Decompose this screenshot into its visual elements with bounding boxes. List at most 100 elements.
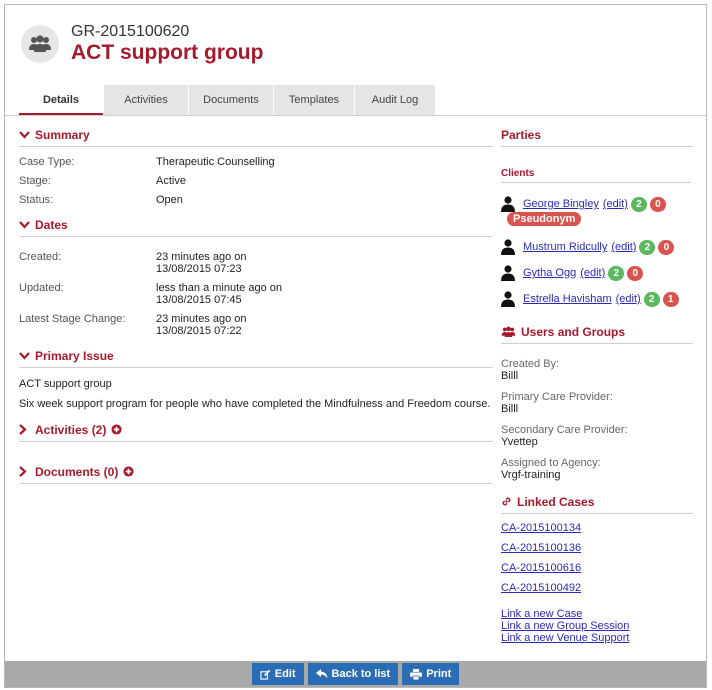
issue-title: ACT support group <box>19 378 112 390</box>
stage-label: Stage: <box>19 175 51 187</box>
tab-divider <box>5 115 706 116</box>
print-button[interactable]: Print <box>402 663 460 685</box>
stage-change-value: 23 minutes ago on 13/08/2015 07:22 <box>156 313 493 344</box>
pseudonym-badge: Pseudonym <box>507 212 582 226</box>
agency-value: Vrgf-training <box>501 469 561 481</box>
client-name-link[interactable]: Estrella Havisham <box>523 293 612 305</box>
client-name-link[interactable]: Mustrum Ridcully <box>523 241 607 253</box>
summary-heading: Summary <box>35 127 90 142</box>
chevron-right-icon <box>19 424 31 435</box>
activities-section-toggle[interactable]: Activities (2) <box>19 418 493 442</box>
chevron-down-icon <box>19 351 31 360</box>
activities-heading: Activities (2) <box>35 422 107 437</box>
created-label: Created: <box>19 251 62 263</box>
client-edit-link[interactable]: (edit) <box>580 267 605 279</box>
case-detail-window: GR-2015100620 ACT support group Details … <box>4 4 707 688</box>
pseudonym-row: Pseudonym <box>501 212 693 228</box>
agency-label: Assigned to Agency: <box>501 457 601 469</box>
created-by-label: Created By: <box>501 358 560 370</box>
dates-row: Latest Stage Change: 23 minutes ago on 1… <box>19 313 493 344</box>
primary-issue-heading: Primary Issue <box>35 348 114 363</box>
users-groups-heading: Users and Groups <box>521 324 626 339</box>
created-value: 23 minutes ago on 13/08/2015 07:23 <box>156 251 493 282</box>
dates-row: Updated: less than a minute ago on 13/08… <box>19 282 493 313</box>
link-new-venue-support-link[interactable]: Link a new Venue Support <box>501 632 629 644</box>
stage-change-relative: 23 minutes ago on <box>156 313 247 325</box>
summary-section-toggle[interactable]: Summary <box>19 123 493 147</box>
client-name-link[interactable]: George Bingley <box>523 198 599 210</box>
primary-care-label: Primary Care Provider: <box>501 391 613 403</box>
status-badge: 0 <box>649 196 666 212</box>
documents-section-toggle[interactable]: Documents (0) <box>19 460 493 484</box>
clients-heading: Clients <box>501 165 691 183</box>
linked-case-row: CA-2015100136 <box>501 542 693 554</box>
status-value: Open <box>156 194 183 206</box>
linked-cases-heading: Linked Cases <box>517 494 595 509</box>
status-badge: 2 <box>608 265 625 281</box>
updated-relative: less than a minute ago on <box>156 282 282 294</box>
linked-case-row: CA-2015100492 <box>501 582 693 594</box>
tab-activities[interactable]: Activities <box>104 85 188 116</box>
stage-change-date: 13/08/2015 07:22 <box>156 325 242 337</box>
action-bar: Edit Back to list Print <box>5 661 706 687</box>
list-item: Estrella Havisham (edit) 2 1 <box>501 290 693 308</box>
linked-case-row: CA-2015100616 <box>501 562 693 574</box>
link-new-group-session-link[interactable]: Link a new Group Session <box>501 620 629 632</box>
client-edit-link[interactable]: (edit) <box>603 198 628 210</box>
link-new-case-link[interactable]: Link a new Case <box>501 608 582 620</box>
person-icon <box>501 265 515 281</box>
users-icon <box>501 326 516 338</box>
tab-bar: Details Activities Documents Templates A… <box>19 85 436 116</box>
add-activity-icon[interactable] <box>111 424 122 435</box>
back-button-label: Back to list <box>331 668 391 680</box>
case-reference: GR-2015100620 <box>71 23 190 40</box>
updated-date: 13/08/2015 07:45 <box>156 294 242 306</box>
secondary-care-value: Yvettep <box>501 436 538 448</box>
linked-cases-header: Linked Cases <box>501 490 693 514</box>
person-icon <box>501 196 515 212</box>
edit-icon <box>260 669 270 680</box>
add-document-icon[interactable] <box>123 466 134 477</box>
chevron-down-icon <box>19 220 31 229</box>
page-title: ACT support group <box>71 41 264 64</box>
chevron-down-icon <box>19 130 31 139</box>
list-item: Mustrum Ridcully (edit) 2 0 <box>501 238 693 256</box>
status-badge: 2 <box>643 291 660 307</box>
tab-details[interactable]: Details <box>19 85 103 116</box>
chevron-right-icon <box>19 466 31 477</box>
print-icon <box>410 668 423 680</box>
link-icon <box>501 496 512 507</box>
primary-issue-section-toggle[interactable]: Primary Issue <box>19 344 493 368</box>
tab-audit-log[interactable]: Audit Log <box>355 85 435 116</box>
client-edit-link[interactable]: (edit) <box>616 293 641 305</box>
dates-section-toggle[interactable]: Dates <box>19 213 493 237</box>
status-badge: 0 <box>658 239 675 255</box>
edit-button-label: Edit <box>274 668 296 680</box>
dates-row: Created: 23 minutes ago on 13/08/2015 07… <box>19 251 493 282</box>
stage-value: Active <box>156 175 186 187</box>
client-edit-link[interactable]: (edit) <box>611 241 636 253</box>
linked-case-row: CA-2015100134 <box>501 522 693 534</box>
tab-documents[interactable]: Documents <box>189 85 273 116</box>
linked-case-link[interactable]: CA-2015100136 <box>501 542 581 554</box>
client-name-link[interactable]: Gytha Ogg <box>523 267 576 279</box>
summary-row: Status: Open <box>19 194 493 213</box>
edit-button[interactable]: Edit <box>251 663 304 685</box>
reply-icon <box>315 669 328 679</box>
secondary-care-label: Secondary Care Provider: <box>501 424 628 436</box>
issue-description: Six week support program for people who … <box>19 398 491 410</box>
case-type-value: Therapeutic Counselling <box>156 156 275 168</box>
status-label: Status: <box>19 194 54 206</box>
person-icon <box>501 239 515 255</box>
tab-templates[interactable]: Templates <box>274 85 354 116</box>
linked-case-link[interactable]: CA-2015100492 <box>501 582 581 594</box>
updated-label: Updated: <box>19 282 64 294</box>
back-to-list-button[interactable]: Back to list <box>307 663 399 685</box>
linked-case-link[interactable]: CA-2015100616 <box>501 562 581 574</box>
list-item: Gytha Ogg (edit) 2 0 <box>501 264 693 282</box>
created-by-value: Billl <box>501 370 519 382</box>
list-item: George Bingley (edit) 2 0 <box>501 195 693 213</box>
status-badge: 0 <box>627 265 644 281</box>
linked-case-link[interactable]: CA-2015100134 <box>501 522 581 534</box>
status-badge: 2 <box>630 196 647 212</box>
